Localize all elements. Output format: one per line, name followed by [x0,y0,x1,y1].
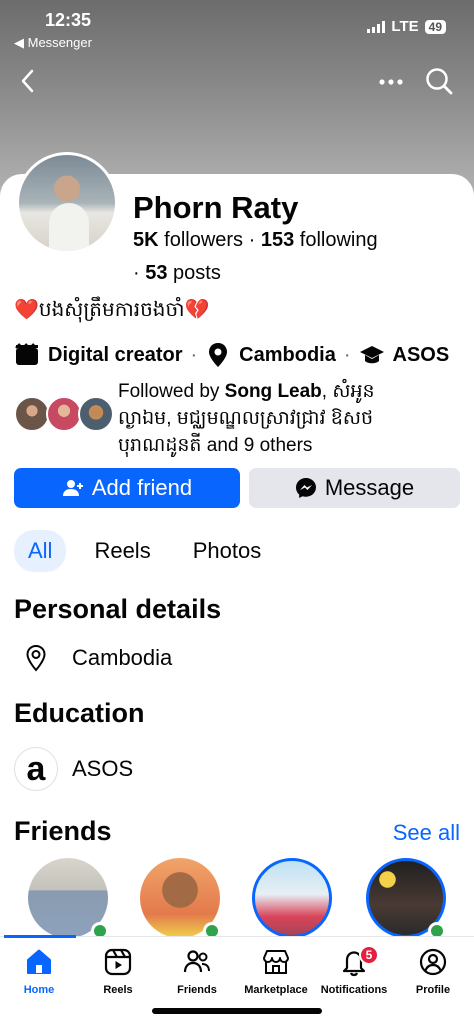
tab-reels[interactable]: Reels [80,530,164,572]
back-chevron-icon[interactable] [16,66,40,96]
nav-reels-label: Reels [103,984,133,996]
meta-separator: · [190,343,198,366]
mutual-followers-text[interactable]: Followed by Song Leab, សំអូន ល្ងាឯម, មជ្… [118,378,418,459]
nav-notifications-label: Notifications [320,984,388,996]
nav-friends-label: Friends [177,984,217,996]
education-title: Education [14,698,145,728]
see-all-friends-link[interactable]: See all [393,820,460,846]
profile-icon [419,948,447,976]
profile-avatar[interactable] [16,152,118,254]
tab-all[interactable]: All [14,530,67,572]
posts-label: posts [173,262,221,284]
clapperboard-icon [14,342,40,368]
education-school-text: ASOS [72,756,134,781]
nav-friends[interactable]: Friends [152,947,242,996]
messenger-icon [295,478,316,498]
bio-text: បងសុំត្រឹមការចងចាំ [38,299,185,321]
meta-separator: · [343,343,351,366]
location-pin-icon [205,342,231,368]
signal-icon [367,20,386,33]
nav-notifications[interactable]: 5 Notifications [309,945,399,996]
network-label: LTE [391,18,419,35]
graduation-cap-icon [359,342,385,368]
status-time: 12:35 [45,10,92,30]
followers-count[interactable]: 5K [133,229,159,251]
following-label[interactable]: following [300,229,378,251]
mutual-highlight-name: Song Leab [224,381,322,402]
personal-details-title: Personal details [14,594,222,624]
profile-bio: ❤️បងសុំត្រឹមការចងចាំ💔 [14,296,209,326]
home-icon [27,949,51,974]
following-count[interactable]: 153 [261,229,294,251]
posts-count: 53 [145,262,168,284]
tab-photos[interactable]: Photos [179,530,276,572]
profile-tabs: All Reels Photos [14,530,275,572]
mutual-prefix: Followed by [118,381,225,402]
marketplace-icon [263,950,289,974]
profile-meta: Digital creator · Cambodia · ASOS [14,342,449,368]
followers-label[interactable]: followers [164,229,243,251]
mutual-avatar [78,396,114,432]
posts-prefix: · [133,262,140,284]
avatar-image [19,155,115,251]
home-indicator[interactable] [152,1008,322,1014]
red-heart-icon: ❤️ [14,299,39,321]
friend-avatar[interactable] [252,858,332,938]
stats-separator: · [248,229,256,251]
asos-logo-letter: a [14,747,58,791]
friends-icon [183,950,210,973]
friends-title: Friends [14,816,112,846]
profile-name: Phorn Raty [133,190,299,225]
reels-icon [104,948,132,976]
posts-stats: · 53 posts [133,262,221,285]
personal-location-row: Cambodia [14,636,172,680]
message-label: Message [324,475,415,500]
active-tab-indicator [4,935,76,938]
category-label: Digital creator [48,343,183,366]
status-indicators: LTE 49 [367,18,446,35]
add-friend-label: Add friend [91,475,193,500]
nav-marketplace[interactable]: Marketplace [231,947,321,996]
broken-heart-icon: 💔 [184,299,210,321]
nav-home[interactable]: Home [0,947,84,996]
nav-marketplace-label: Marketplace [244,984,308,996]
nav-profile[interactable]: Profile [388,947,474,996]
education-row[interactable]: a ASOS [14,747,133,791]
mutual-avatar [46,396,82,432]
personal-location-text: Cambodia [72,645,173,670]
more-options-icon[interactable] [378,70,404,94]
workplace-label[interactable]: ASOS [393,344,450,367]
nav-profile-label: Profile [415,984,451,996]
nav-reels[interactable]: Reels [73,947,163,996]
mutual-avatar [14,396,50,432]
add-person-icon [62,480,83,496]
notifications-badge: 5 [359,945,379,965]
mutual-followers-avatars[interactable] [14,396,118,436]
back-to-app-link[interactable]: ◀ Messenger [14,35,92,51]
battery-icon: 49 [424,19,446,34]
add-friend-button[interactable]: Add friend [14,468,240,508]
nav-home-label: Home [23,984,55,996]
search-icon[interactable] [424,66,454,96]
location-label[interactable]: Cambodia [239,344,336,367]
location-outline-icon [14,636,58,680]
follow-stats: 5K followers · 153 following [133,229,378,252]
message-button[interactable]: Message [249,468,460,508]
asos-logo: a [14,747,58,791]
